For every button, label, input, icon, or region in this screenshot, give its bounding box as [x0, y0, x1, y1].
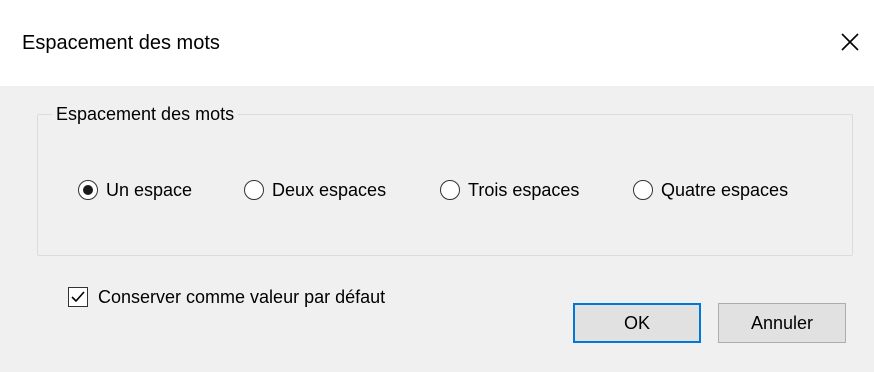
ok-button[interactable]: OK [573, 303, 701, 343]
radio-label: Quatre espaces [661, 179, 789, 200]
word-spacing-dialog: Espacement des mots Espacement des mots … [0, 0, 874, 372]
close-icon [841, 33, 859, 51]
radio-label: Trois espaces [468, 179, 580, 200]
checkbox-label: Conserver comme valeur par défaut [98, 286, 386, 307]
radio-two-spaces[interactable]: Deux espaces [244, 177, 386, 203]
cancel-button[interactable]: Annuler [718, 303, 846, 343]
dialog-body: Espacement des mots Un espace Deux espac… [0, 86, 874, 372]
dialog-title: Espacement des mots [22, 32, 220, 54]
keep-as-default-checkbox[interactable]: Conserver comme valeur par défaut [68, 285, 385, 309]
close-button[interactable] [836, 28, 864, 56]
groupbox-legend: Espacement des mots [52, 102, 239, 126]
radio-circle[interactable] [440, 180, 460, 200]
spacing-groupbox: Espacement des mots Un espace Deux espac… [37, 102, 853, 256]
title-bar: Espacement des mots [0, 0, 874, 86]
checkmark-icon [71, 291, 85, 303]
radio-three-spaces[interactable]: Trois espaces [440, 177, 579, 203]
radio-circle[interactable] [78, 180, 98, 200]
radio-circle[interactable] [244, 180, 264, 200]
radio-four-spaces[interactable]: Quatre espaces [633, 177, 788, 203]
radio-label: Deux espaces [272, 179, 387, 200]
radio-circle[interactable] [633, 180, 653, 200]
checkbox-box[interactable] [68, 287, 88, 307]
radio-label: Un espace [106, 179, 193, 200]
radio-one-space[interactable]: Un espace [78, 177, 192, 203]
